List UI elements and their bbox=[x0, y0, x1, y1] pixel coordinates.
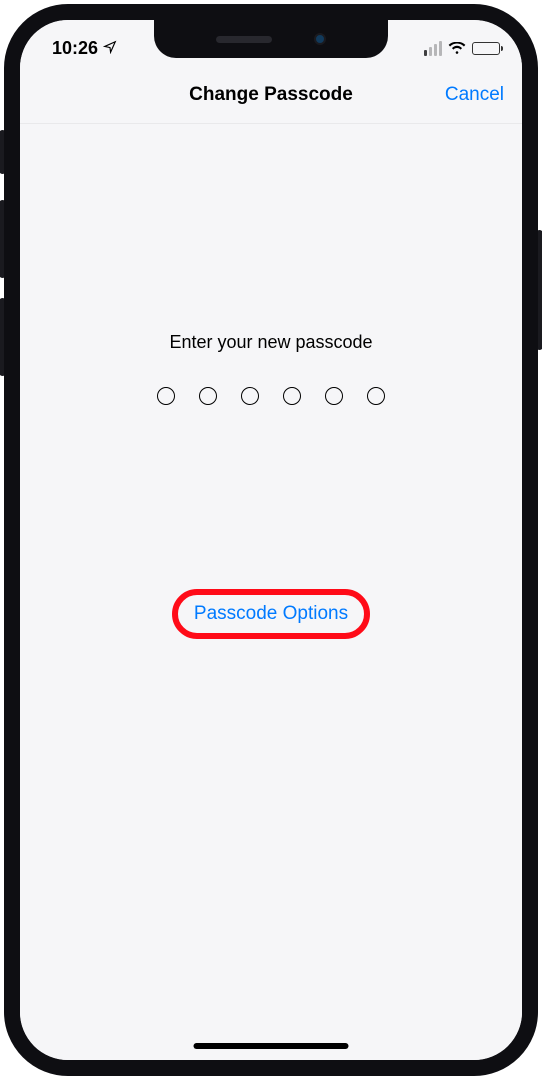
status-time: 10:26 bbox=[52, 38, 98, 59]
page-title: Change Passcode bbox=[189, 84, 353, 106]
passcode-dot bbox=[157, 387, 175, 405]
location-icon bbox=[103, 38, 117, 59]
passcode-dot bbox=[367, 387, 385, 405]
cellular-signal-icon bbox=[424, 41, 443, 56]
speaker-grill bbox=[216, 36, 272, 43]
cancel-button[interactable]: Cancel bbox=[445, 84, 504, 106]
content-area: Enter your new passcode Passcode Options bbox=[20, 124, 522, 1060]
passcode-dots bbox=[157, 387, 385, 405]
home-indicator[interactable] bbox=[194, 1043, 349, 1049]
passcode-dot bbox=[325, 387, 343, 405]
passcode-dot bbox=[199, 387, 217, 405]
front-camera bbox=[314, 33, 326, 45]
passcode-prompt: Enter your new passcode bbox=[169, 332, 372, 353]
passcode-dot bbox=[241, 387, 259, 405]
passcode-dot bbox=[283, 387, 301, 405]
phone-frame: 10:26 Change Passcode Cancel bbox=[4, 4, 538, 1076]
notch bbox=[154, 20, 388, 58]
screen: 10:26 Change Passcode Cancel bbox=[20, 20, 522, 1060]
passcode-options-button[interactable]: Passcode Options bbox=[194, 603, 348, 625]
wifi-icon bbox=[448, 42, 466, 55]
battery-icon bbox=[472, 42, 500, 55]
navbar: Change Passcode Cancel bbox=[20, 66, 522, 124]
